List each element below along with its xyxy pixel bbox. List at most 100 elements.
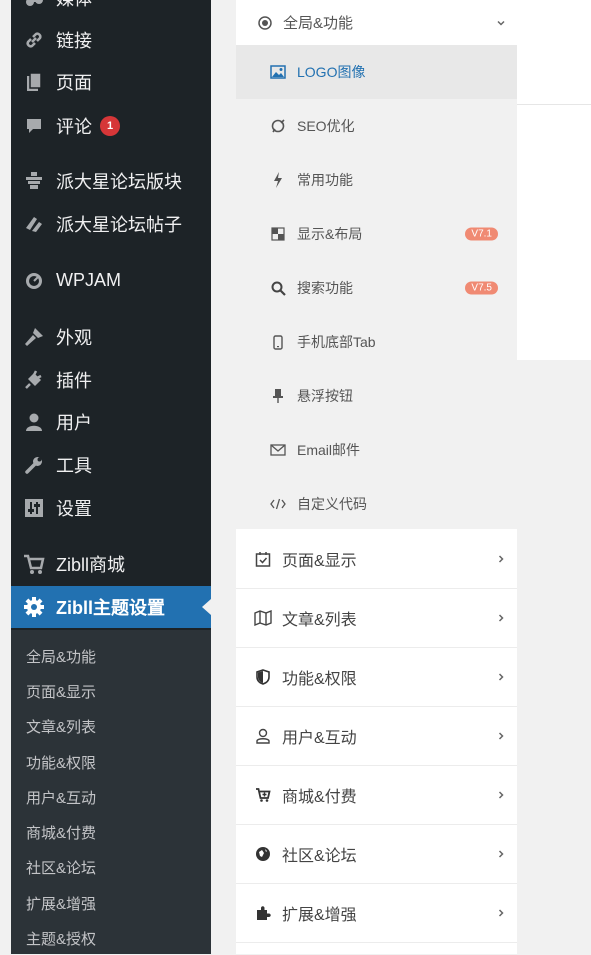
group-label: 页面&显示 (282, 552, 357, 570)
content-divider (517, 104, 591, 105)
submenu-item-page-display[interactable]: 页面&显示 (26, 674, 96, 708)
version-badge: V7.5 (465, 281, 498, 295)
menu-item-tools[interactable]: 工具 (11, 445, 211, 485)
submenu-item-features-permissions[interactable]: 功能&权限 (26, 745, 96, 779)
submenu-item-shop-payment[interactable]: 商城&付费 (26, 815, 96, 849)
group-label: 用户&互动 (282, 729, 357, 747)
seo-icon (270, 118, 286, 134)
menu-label-users: 用户 (56, 413, 92, 433)
nav-item-label: 悬浮按钮 (297, 388, 353, 404)
nav-item-display-layout[interactable]: 显示&布局 V7.1 (236, 207, 517, 261)
layout-icon (270, 226, 286, 242)
target-icon (256, 14, 274, 32)
version-badge: V7.1 (465, 227, 498, 241)
nav-item-email[interactable]: Email邮件 (236, 423, 517, 477)
menu-item-zibll-shop[interactable]: Zibll商城 (11, 544, 211, 584)
media-icon (23, 0, 45, 9)
user-outline-icon (254, 727, 272, 745)
wrench-icon (23, 454, 45, 476)
group-posts-lists[interactable]: 文章&列表 (236, 588, 517, 648)
menu-item-zibll-theme-settings[interactable]: Zibll主题设置 (11, 586, 211, 628)
group-shop-payment[interactable]: 商城&付费 (236, 765, 517, 825)
chevron-down-icon (493, 15, 509, 31)
nav-item-seo[interactable]: SEO优化 (236, 99, 517, 153)
nav-item-label: LOGO图像 (297, 64, 366, 80)
menu-label-pages: 页面 (56, 73, 92, 93)
submenu-item-theme-license[interactable]: 主题&授权 (26, 921, 96, 955)
menu-label-plugins: 插件 (56, 371, 92, 391)
submenu-item-users-interaction[interactable]: 用户&互动 (26, 780, 96, 814)
nav-item-logo-image[interactable]: LOGO图像 (236, 45, 517, 99)
code-icon (270, 496, 286, 512)
submenu-item-global[interactable]: 全局&功能 (26, 639, 96, 673)
nav-item-label: 自定义代码 (297, 496, 367, 512)
nav-item-label: 搜索功能 (297, 280, 353, 296)
submenu-item-posts-lists[interactable]: 文章&列表 (26, 709, 96, 743)
menu-item-links[interactable]: 链接 (11, 20, 211, 60)
shield-icon (254, 668, 272, 686)
nav-item-common-features[interactable]: 常用功能 (236, 153, 517, 207)
group-label: 商城&付费 (282, 788, 357, 806)
appearance-brush-icon (23, 326, 45, 348)
chevron-right-icon (493, 905, 509, 921)
submenu-item-community-forum[interactable]: 社区&论坛 (26, 850, 96, 884)
nav-item-floating-buttons[interactable]: 悬浮按钮 (236, 369, 517, 423)
group-community-forum[interactable]: 社区&论坛 (236, 824, 517, 884)
content-panel (517, 0, 591, 360)
menu-item-pages[interactable]: 页面 (11, 62, 211, 102)
comment-icon (23, 115, 45, 137)
map-icon (254, 609, 272, 627)
menu-item-wpjam[interactable]: WPJAM (11, 260, 211, 300)
menu-label-forum-boards: 派大星论坛版块 (56, 172, 182, 192)
menu-item-forum-boards[interactable]: 派大星论坛版块 (11, 161, 211, 201)
menu-item-forum-posts[interactable]: 派大星论坛帖子 (11, 204, 211, 244)
mail-icon (270, 442, 286, 458)
menu-label-zibll-theme-settings: Zibll主题设置 (56, 598, 165, 618)
image-icon (270, 64, 286, 80)
chevron-right-icon (493, 551, 509, 567)
group-label: 扩展&增强 (282, 906, 357, 924)
calendar-check-icon (254, 550, 272, 568)
globe-icon (254, 845, 272, 863)
menu-item-users[interactable]: 用户 (11, 402, 211, 442)
menu-label-appearance: 外观 (56, 328, 92, 348)
group-label: 文章&列表 (282, 611, 357, 629)
search-icon (270, 280, 286, 296)
menu-item-comments[interactable]: 评论 1 (11, 106, 211, 146)
theme-settings-submenu: 全局&功能 页面&显示 文章&列表 功能&权限 用户&互动 商城&付费 社区&论… (11, 630, 211, 954)
group-features-permissions[interactable]: 功能&权限 (236, 647, 517, 707)
nav-item-label: 手机底部Tab (297, 334, 376, 350)
group-extensions[interactable]: 扩展&增强 (236, 883, 517, 943)
menu-label-zibll-shop: Zibll商城 (56, 555, 126, 575)
nav-item-mobile-tab[interactable]: 手机底部Tab (236, 315, 517, 369)
chevron-right-icon (493, 787, 509, 803)
nav-item-label: SEO优化 (297, 118, 355, 134)
pin-icon (270, 388, 286, 404)
nav-item-label: Email邮件 (297, 442, 361, 458)
menu-label-media: 媒体 (56, 0, 92, 11)
submenu-item-extensions[interactable]: 扩展&增强 (26, 886, 96, 920)
menu-label-forum-posts: 派大星论坛帖子 (56, 215, 182, 235)
group-page-display[interactable]: 页面&显示 (236, 529, 517, 589)
menu-item-appearance[interactable]: 外观 (11, 317, 211, 357)
gear-icon (23, 596, 45, 618)
puzzle-icon (254, 904, 272, 922)
plugin-icon (23, 369, 45, 391)
page-icon (23, 71, 45, 93)
mobile-icon (270, 334, 286, 350)
menu-item-settings[interactable]: 设置 (11, 488, 211, 528)
nav-item-custom-code[interactable]: 自定义代码 (236, 477, 517, 531)
nav-item-search[interactable]: 搜索功能 V7.5 (236, 261, 517, 315)
admin-sidebar: 媒体 链接 页面 评论 1 派大星论坛版块 派大星论坛帖子 WPJA (11, 0, 211, 954)
menu-label-comments: 评论 (56, 117, 92, 137)
menu-item-media[interactable]: 媒体 (11, 0, 211, 18)
menu-label-settings: 设置 (56, 499, 92, 519)
comment-count-badge: 1 (100, 116, 120, 136)
chevron-right-icon (493, 669, 509, 685)
menu-item-plugins[interactable]: 插件 (11, 360, 211, 400)
group-users-interaction[interactable]: 用户&互动 (236, 706, 517, 766)
menu-label-wpjam: WPJAM (56, 269, 121, 290)
group-global-features[interactable]: 全局&功能 (236, 0, 517, 45)
nav-item-label: 常用功能 (297, 172, 353, 188)
menu-label-tools: 工具 (56, 456, 92, 476)
